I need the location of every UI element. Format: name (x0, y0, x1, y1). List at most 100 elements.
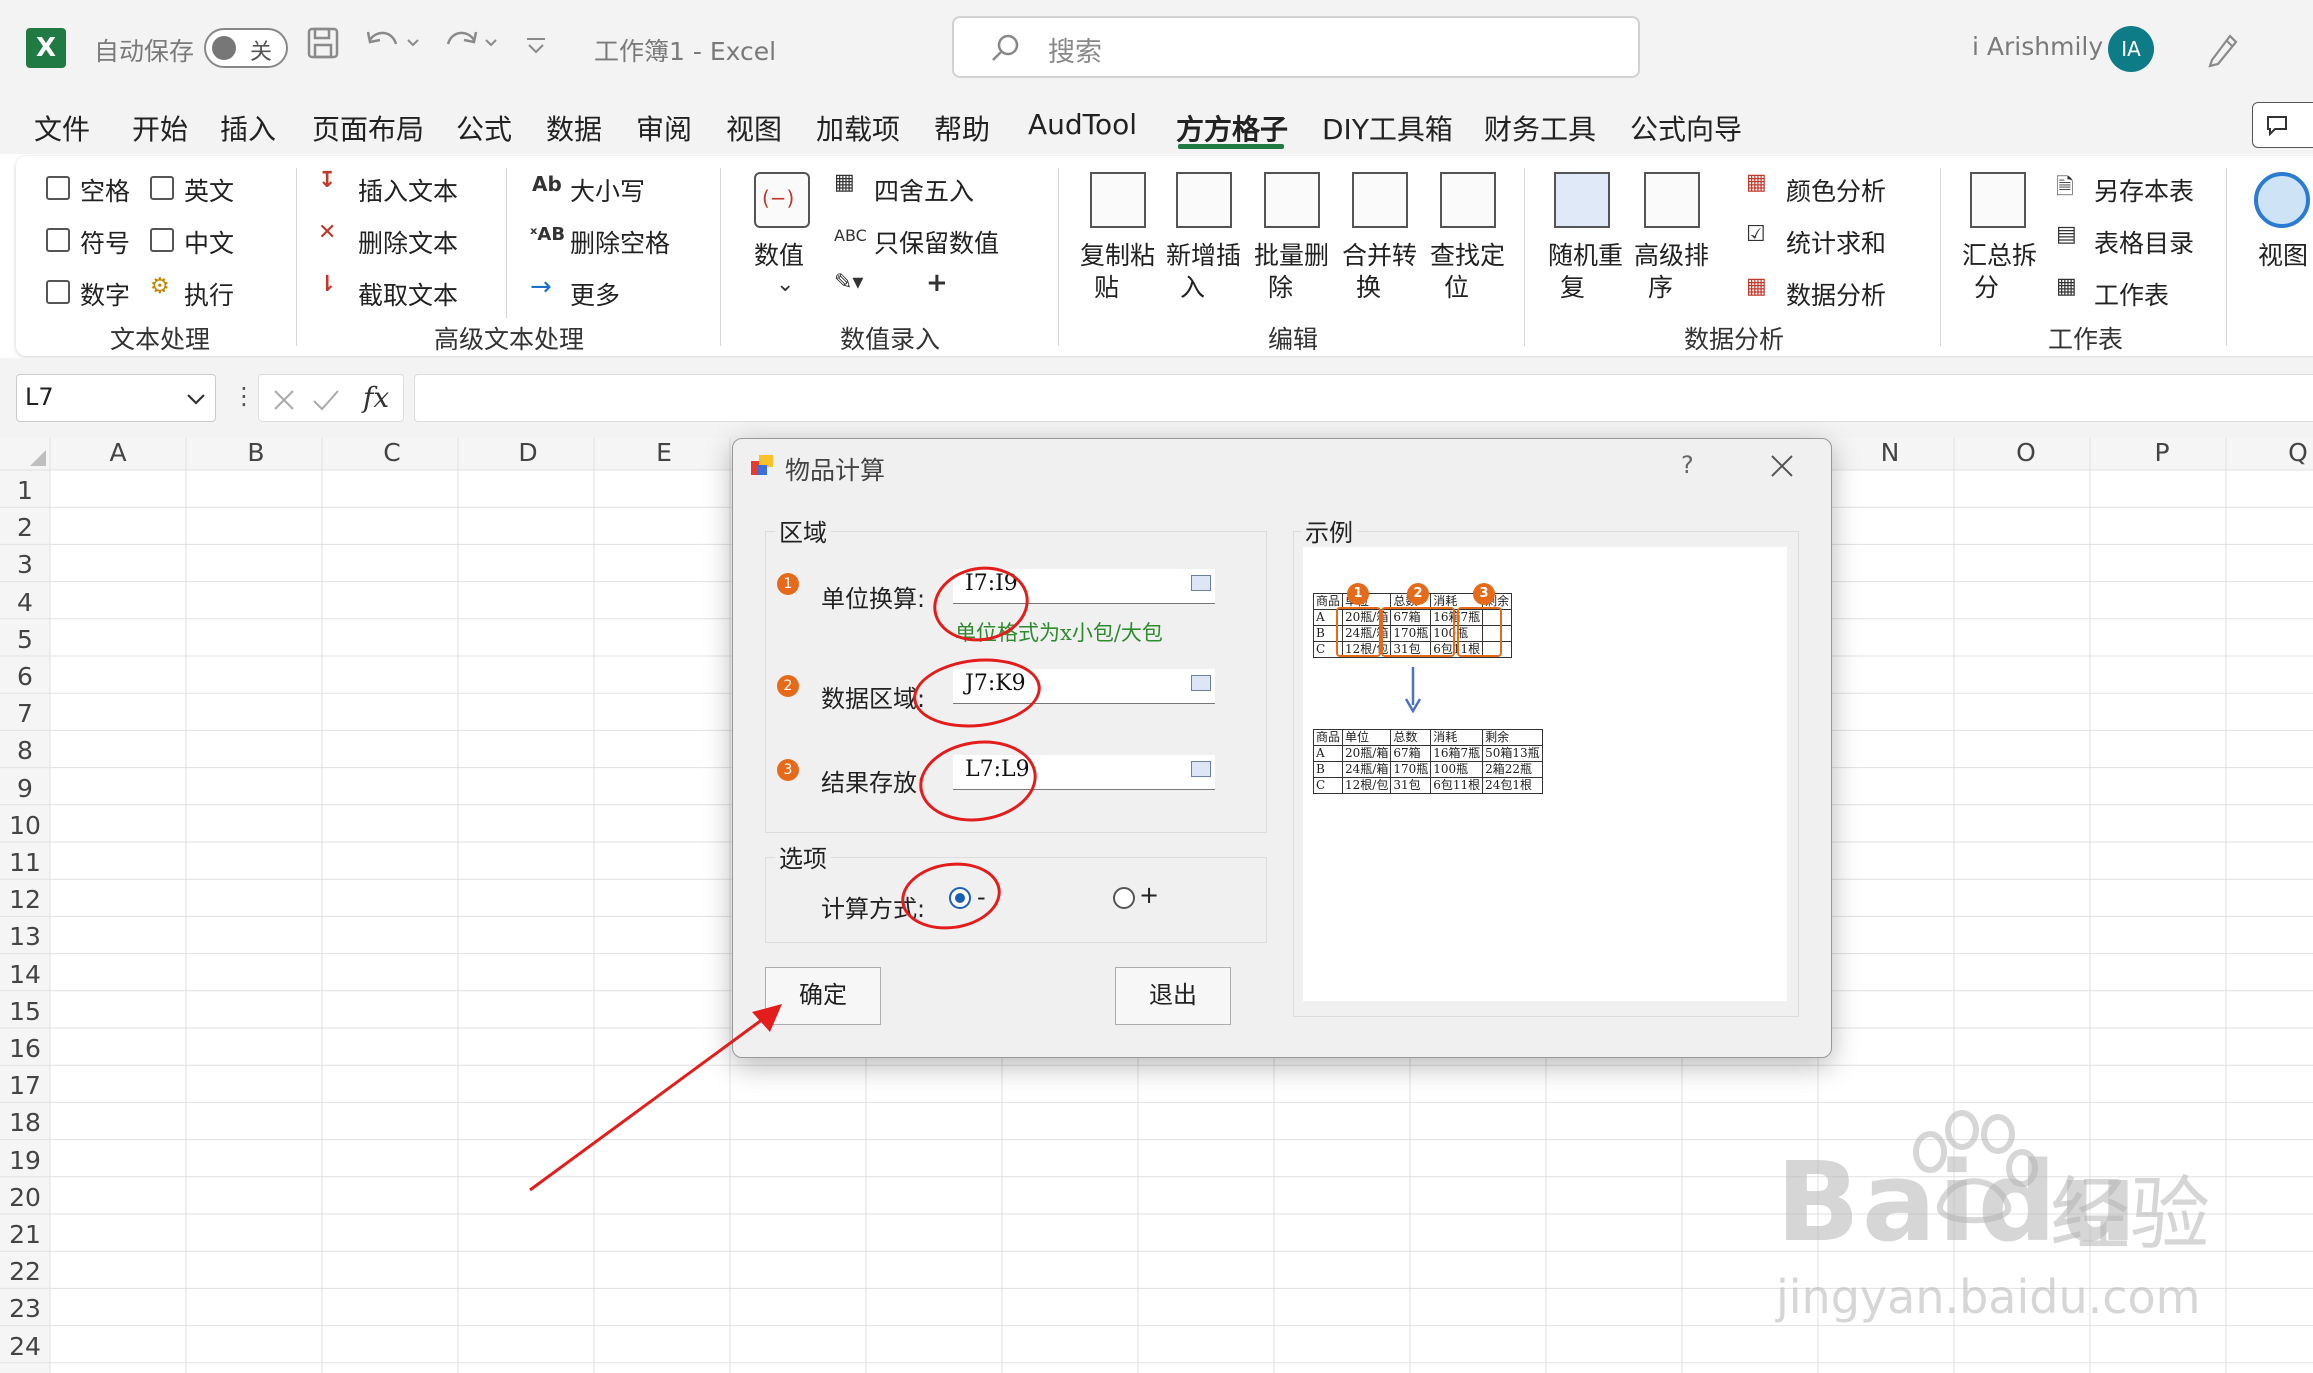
color-analysis-button[interactable]: 颜色分析 (1786, 172, 1886, 208)
find-locate-button[interactable]: 查找定 (1430, 236, 1505, 272)
radio-plus[interactable] (1113, 887, 1135, 909)
column-header[interactable]: E (596, 438, 732, 468)
round-button[interactable]: 四舍五入 (874, 172, 974, 208)
column-header[interactable]: A (50, 438, 186, 468)
more-options-icon[interactable]: ⋮ (232, 382, 256, 410)
customize-quick-access-icon[interactable] (524, 36, 548, 60)
tab-data[interactable]: 数据 (546, 108, 602, 148)
row-header[interactable]: 8 (0, 736, 50, 765)
column-header[interactable]: B (188, 438, 324, 468)
tab-fangfanggezi[interactable]: 方方格子 (1176, 108, 1288, 148)
column-header[interactable]: Q (2230, 438, 2313, 468)
stat-sum-button[interactable]: 统计求和 (1786, 224, 1886, 260)
row-header[interactable]: 12 (0, 885, 50, 914)
delete-text-button[interactable]: 删除文本 (358, 224, 458, 260)
close-icon[interactable] (1769, 453, 1795, 479)
view-button[interactable]: 视图 (2258, 236, 2308, 272)
save-sheet-button[interactable]: 另存本表 (2094, 172, 2194, 208)
row-header[interactable]: 21 (0, 1220, 50, 1249)
row-header[interactable]: 2 (0, 513, 50, 542)
row-header[interactable]: 1 (0, 476, 50, 505)
column-header[interactable]: D (460, 438, 596, 468)
tab-help[interactable]: 帮助 (934, 108, 990, 148)
name-box[interactable]: L7 (16, 374, 216, 422)
row-header[interactable]: 24 (0, 1332, 50, 1361)
sheet-index-button[interactable]: 表格目录 (2094, 224, 2194, 260)
row-header[interactable]: 22 (0, 1257, 50, 1286)
checkbox-chinese[interactable] (150, 228, 174, 252)
help-button[interactable]: ? (1681, 451, 1694, 479)
edit-cell-icon[interactable]: ✎▾ (834, 270, 863, 295)
row-header[interactable]: 10 (0, 811, 50, 840)
tab-home[interactable]: 开始 (132, 108, 188, 148)
search-input[interactable]: 搜索 (952, 16, 1640, 78)
summary-split-button[interactable]: 汇总拆 (1962, 236, 2037, 272)
tab-formula-wizard[interactable]: 公式向导 (1630, 108, 1742, 148)
checkbox-symbol[interactable] (46, 228, 70, 252)
enter-icon[interactable] (311, 387, 341, 413)
save-icon[interactable] (306, 26, 340, 68)
row-header[interactable]: 14 (0, 960, 50, 989)
plus-icon[interactable]: + (926, 268, 948, 298)
numeric-button[interactable]: 数值 (754, 236, 804, 272)
row-header[interactable]: 3 (0, 550, 50, 579)
autosave-toggle[interactable]: 关 (204, 28, 288, 68)
copy-paste-button[interactable]: 复制粘 (1080, 236, 1155, 272)
row-header[interactable]: 11 (0, 848, 50, 877)
tab-formulas[interactable]: 公式 (456, 108, 512, 148)
comments-button[interactable] (2252, 102, 2313, 148)
column-header[interactable]: O (1958, 438, 2094, 468)
worksheet-button[interactable]: 工作表 (2094, 276, 2169, 312)
row-header[interactable]: 9 (0, 774, 50, 803)
row-header[interactable]: 15 (0, 997, 50, 1026)
insert-function-button[interactable]: fx (363, 381, 389, 414)
tab-insert[interactable]: 插入 (220, 108, 276, 148)
row-header[interactable]: 18 (0, 1108, 50, 1137)
insert-text-button[interactable]: 插入文本 (358, 172, 458, 208)
data-analysis-button[interactable]: 数据分析 (1786, 276, 1886, 312)
checkbox-space[interactable] (46, 176, 70, 200)
row-header[interactable]: 7 (0, 699, 50, 728)
tab-file[interactable]: 文件 (34, 108, 90, 148)
pen-icon[interactable] (2204, 28, 2240, 72)
more-button[interactable]: 更多 (570, 276, 620, 312)
extract-text-button[interactable]: 截取文本 (358, 276, 458, 312)
row-header[interactable]: 5 (0, 625, 50, 654)
tab-page-layout[interactable]: 页面布局 (312, 108, 424, 148)
redo-icon[interactable] (440, 26, 500, 64)
row-header[interactable]: 13 (0, 922, 50, 951)
tab-addins[interactable]: 加载项 (816, 108, 900, 148)
cancel-icon[interactable] (271, 387, 297, 413)
row-header[interactable]: 4 (0, 588, 50, 617)
delete-spaces-button[interactable]: 删除空格 (570, 224, 670, 260)
range-picker-icon[interactable] (1191, 675, 1211, 691)
column-header[interactable]: P (2094, 438, 2230, 468)
execute-button[interactable]: 执行 (184, 276, 234, 312)
row-header[interactable]: 20 (0, 1183, 50, 1212)
column-header[interactable]: N (1822, 438, 1958, 468)
tab-view[interactable]: 视图 (726, 108, 782, 148)
formula-input[interactable] (414, 374, 2313, 422)
tab-audtool[interactable]: AudTool (1028, 108, 1137, 141)
merge-convert-button[interactable]: 合并转 (1342, 236, 1417, 272)
row-header[interactable]: 17 (0, 1071, 50, 1100)
tab-review[interactable]: 审阅 (636, 108, 692, 148)
avatar[interactable]: IA (2108, 26, 2154, 72)
range-picker-icon[interactable] (1191, 575, 1211, 591)
random-repeat-button[interactable]: 随机重 (1548, 236, 1623, 272)
checkbox-english[interactable] (150, 176, 174, 200)
exit-button[interactable]: 退出 (1115, 967, 1231, 1025)
row-header[interactable]: 16 (0, 1034, 50, 1063)
row-header[interactable]: 6 (0, 662, 50, 691)
tab-diy-toolbox[interactable]: DIY工具箱 (1322, 108, 1453, 148)
undo-icon[interactable] (362, 26, 422, 64)
row-header[interactable]: 23 (0, 1294, 50, 1323)
case-button[interactable]: 大小写 (570, 172, 645, 208)
batch-delete-button[interactable]: 批量删 (1254, 236, 1329, 272)
range-picker-icon[interactable] (1191, 761, 1211, 777)
row-header[interactable]: 19 (0, 1146, 50, 1175)
add-insert-button[interactable]: 新增插 (1166, 236, 1241, 272)
keep-numeric-button[interactable]: 只保留数值 (874, 224, 999, 260)
column-header[interactable]: C (324, 438, 460, 468)
advanced-sort-button[interactable]: 高级排 (1634, 236, 1709, 272)
